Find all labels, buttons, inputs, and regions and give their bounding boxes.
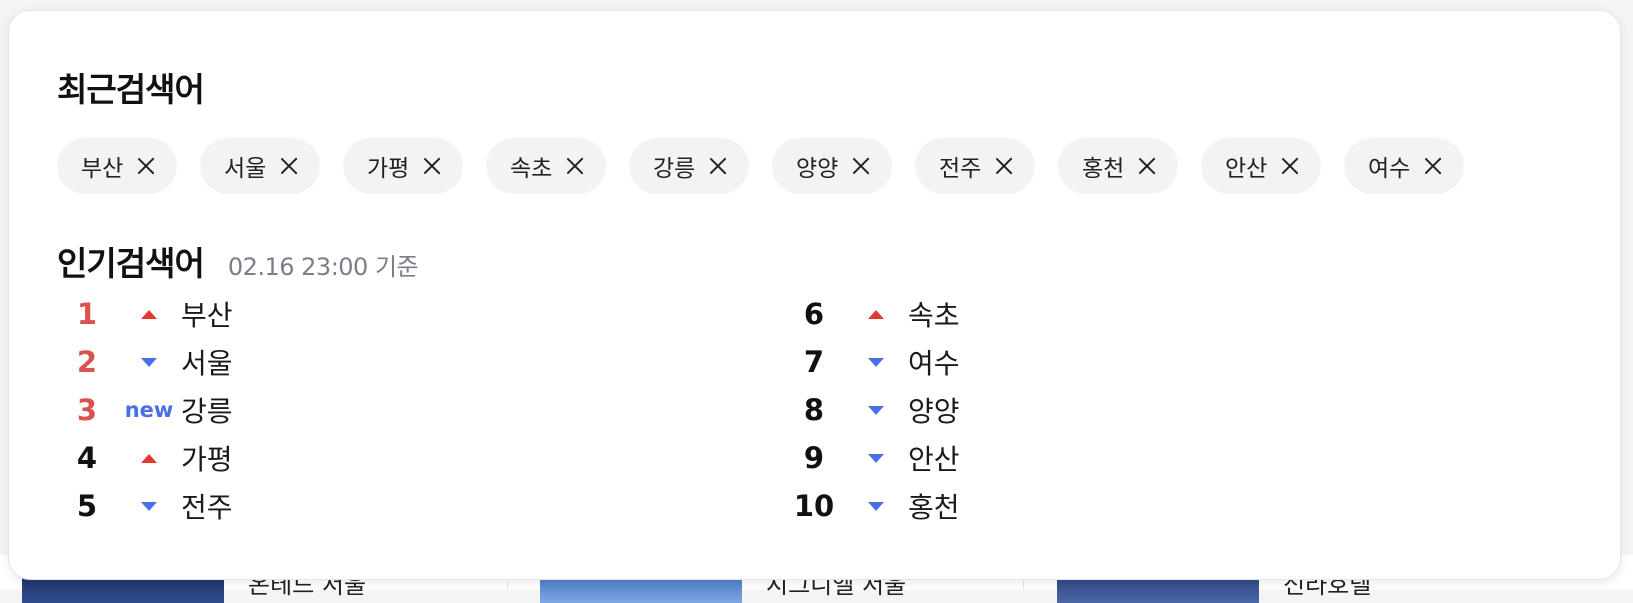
- rank-keyword[interactable]: 속초: [908, 294, 960, 334]
- new-badge: new: [124, 398, 174, 422]
- recent-search-chip[interactable]: 가평: [343, 138, 463, 194]
- rank-down-icon: [117, 501, 181, 511]
- recent-search-chip[interactable]: 양양: [772, 138, 892, 194]
- close-icon[interactable]: [278, 155, 300, 177]
- recent-search-chip[interactable]: 전주: [915, 138, 1035, 194]
- recent-search-chip[interactable]: 안산: [1201, 138, 1321, 194]
- close-icon[interactable]: [1279, 155, 1301, 177]
- rank-number: 1: [76, 297, 98, 331]
- recent-search-chip[interactable]: 서울: [200, 138, 320, 194]
- close-icon[interactable]: [850, 155, 872, 177]
- popular-rank-item[interactable]: 1 부산: [57, 290, 457, 338]
- popular-rank-item[interactable]: 9 안산: [784, 434, 1184, 482]
- rank-keyword[interactable]: 안산: [908, 438, 960, 478]
- popular-rank-item[interactable]: 3 new 강릉: [57, 386, 457, 434]
- search-suggestion-panel: 최근검색어 부산 서울 가평 속초 강릉 양양 전주 홍천 안산 여수 인기검색…: [8, 10, 1621, 580]
- rank-keyword[interactable]: 가평: [181, 438, 233, 478]
- chip-label[interactable]: 전주: [939, 149, 993, 183]
- rank-down-icon: [117, 357, 181, 367]
- arrow-down-icon: [868, 357, 884, 367]
- arrow-down-icon: [141, 357, 157, 367]
- chip-label[interactable]: 서울: [224, 149, 278, 183]
- arrow-down-icon: [141, 501, 157, 511]
- chip-label[interactable]: 강릉: [653, 149, 707, 183]
- chip-label[interactable]: 부산: [81, 149, 135, 183]
- rank-down-icon: [844, 405, 908, 415]
- popular-rank-item[interactable]: 6 속초: [784, 290, 1184, 338]
- close-icon[interactable]: [707, 155, 729, 177]
- arrow-up-icon: [141, 453, 157, 463]
- rank-down-icon: [844, 501, 908, 511]
- rank-keyword[interactable]: 여수: [908, 342, 960, 382]
- arrow-down-icon: [868, 453, 884, 463]
- recent-search-chip[interactable]: 속초: [486, 138, 606, 194]
- popular-rank-column-right: 6 속초 7 여수 8 양양 9 안산 10 홍천: [784, 290, 1184, 530]
- arrow-up-icon: [141, 309, 157, 319]
- rank-number: 7: [803, 345, 825, 379]
- rank-down-icon: [844, 357, 908, 367]
- rank-number: 4: [76, 441, 98, 475]
- chip-label[interactable]: 속초: [510, 149, 564, 183]
- recent-search-chips: 부산 서울 가평 속초 강릉 양양 전주 홍천 안산 여수: [57, 138, 1464, 194]
- rank-keyword[interactable]: 부산: [181, 294, 233, 334]
- close-icon[interactable]: [993, 155, 1015, 177]
- chip-label[interactable]: 양양: [796, 149, 850, 183]
- rank-keyword[interactable]: 홍천: [908, 486, 960, 526]
- rank-up-icon: [117, 453, 181, 463]
- popular-searches-header: 인기검색어 02.16 23:00 기준: [57, 237, 419, 285]
- popular-rank-item[interactable]: 5 전주: [57, 482, 457, 530]
- popular-rank-item[interactable]: 4 가평: [57, 434, 457, 482]
- rank-keyword[interactable]: 양양: [908, 390, 960, 430]
- chip-label[interactable]: 홍천: [1082, 149, 1136, 183]
- popular-rank-item[interactable]: 10 홍천: [784, 482, 1184, 530]
- rank-number: 10: [793, 489, 835, 523]
- chip-label[interactable]: 가평: [367, 149, 421, 183]
- rank-up-icon: [844, 309, 908, 319]
- close-icon[interactable]: [135, 155, 157, 177]
- rank-number: 9: [803, 441, 825, 475]
- chip-label[interactable]: 여수: [1368, 149, 1422, 183]
- popular-searches-timestamp: 02.16 23:00 기준: [227, 253, 419, 281]
- rank-keyword[interactable]: 전주: [181, 486, 233, 526]
- close-icon[interactable]: [564, 155, 586, 177]
- rank-number: 5: [76, 489, 98, 523]
- popular-rank-item[interactable]: 7 여수: [784, 338, 1184, 386]
- close-icon[interactable]: [1136, 155, 1158, 177]
- arrow-down-icon: [868, 501, 884, 511]
- close-icon[interactable]: [1422, 155, 1444, 177]
- recent-searches-title: 최근검색어: [57, 70, 205, 109]
- rank-number: 8: [803, 393, 825, 427]
- arrow-down-icon: [868, 405, 884, 415]
- recent-search-chip[interactable]: 부산: [57, 138, 177, 194]
- recent-search-chip[interactable]: 여수: [1344, 138, 1464, 194]
- recent-search-chip[interactable]: 강릉: [629, 138, 749, 194]
- popular-rank-item[interactable]: 8 양양: [784, 386, 1184, 434]
- rank-number: 2: [76, 345, 98, 379]
- rank-keyword[interactable]: 서울: [181, 342, 233, 382]
- rank-down-icon: [844, 453, 908, 463]
- recent-search-chip[interactable]: 홍천: [1058, 138, 1178, 194]
- close-icon[interactable]: [421, 155, 443, 177]
- rank-keyword[interactable]: 강릉: [181, 390, 233, 430]
- popular-searches-title: 인기검색어: [57, 244, 205, 283]
- rank-up-icon: [117, 309, 181, 319]
- rank-number: 6: [803, 297, 825, 331]
- arrow-up-icon: [868, 309, 884, 319]
- rank-new-badge: new: [117, 398, 181, 422]
- popular-rank-item[interactable]: 2 서울: [57, 338, 457, 386]
- popular-rank-column-left: 1 부산 2 서울 3 new 강릉 4 가평 5 전주: [57, 290, 457, 530]
- chip-label[interactable]: 안산: [1225, 149, 1279, 183]
- rank-number: 3: [76, 393, 98, 427]
